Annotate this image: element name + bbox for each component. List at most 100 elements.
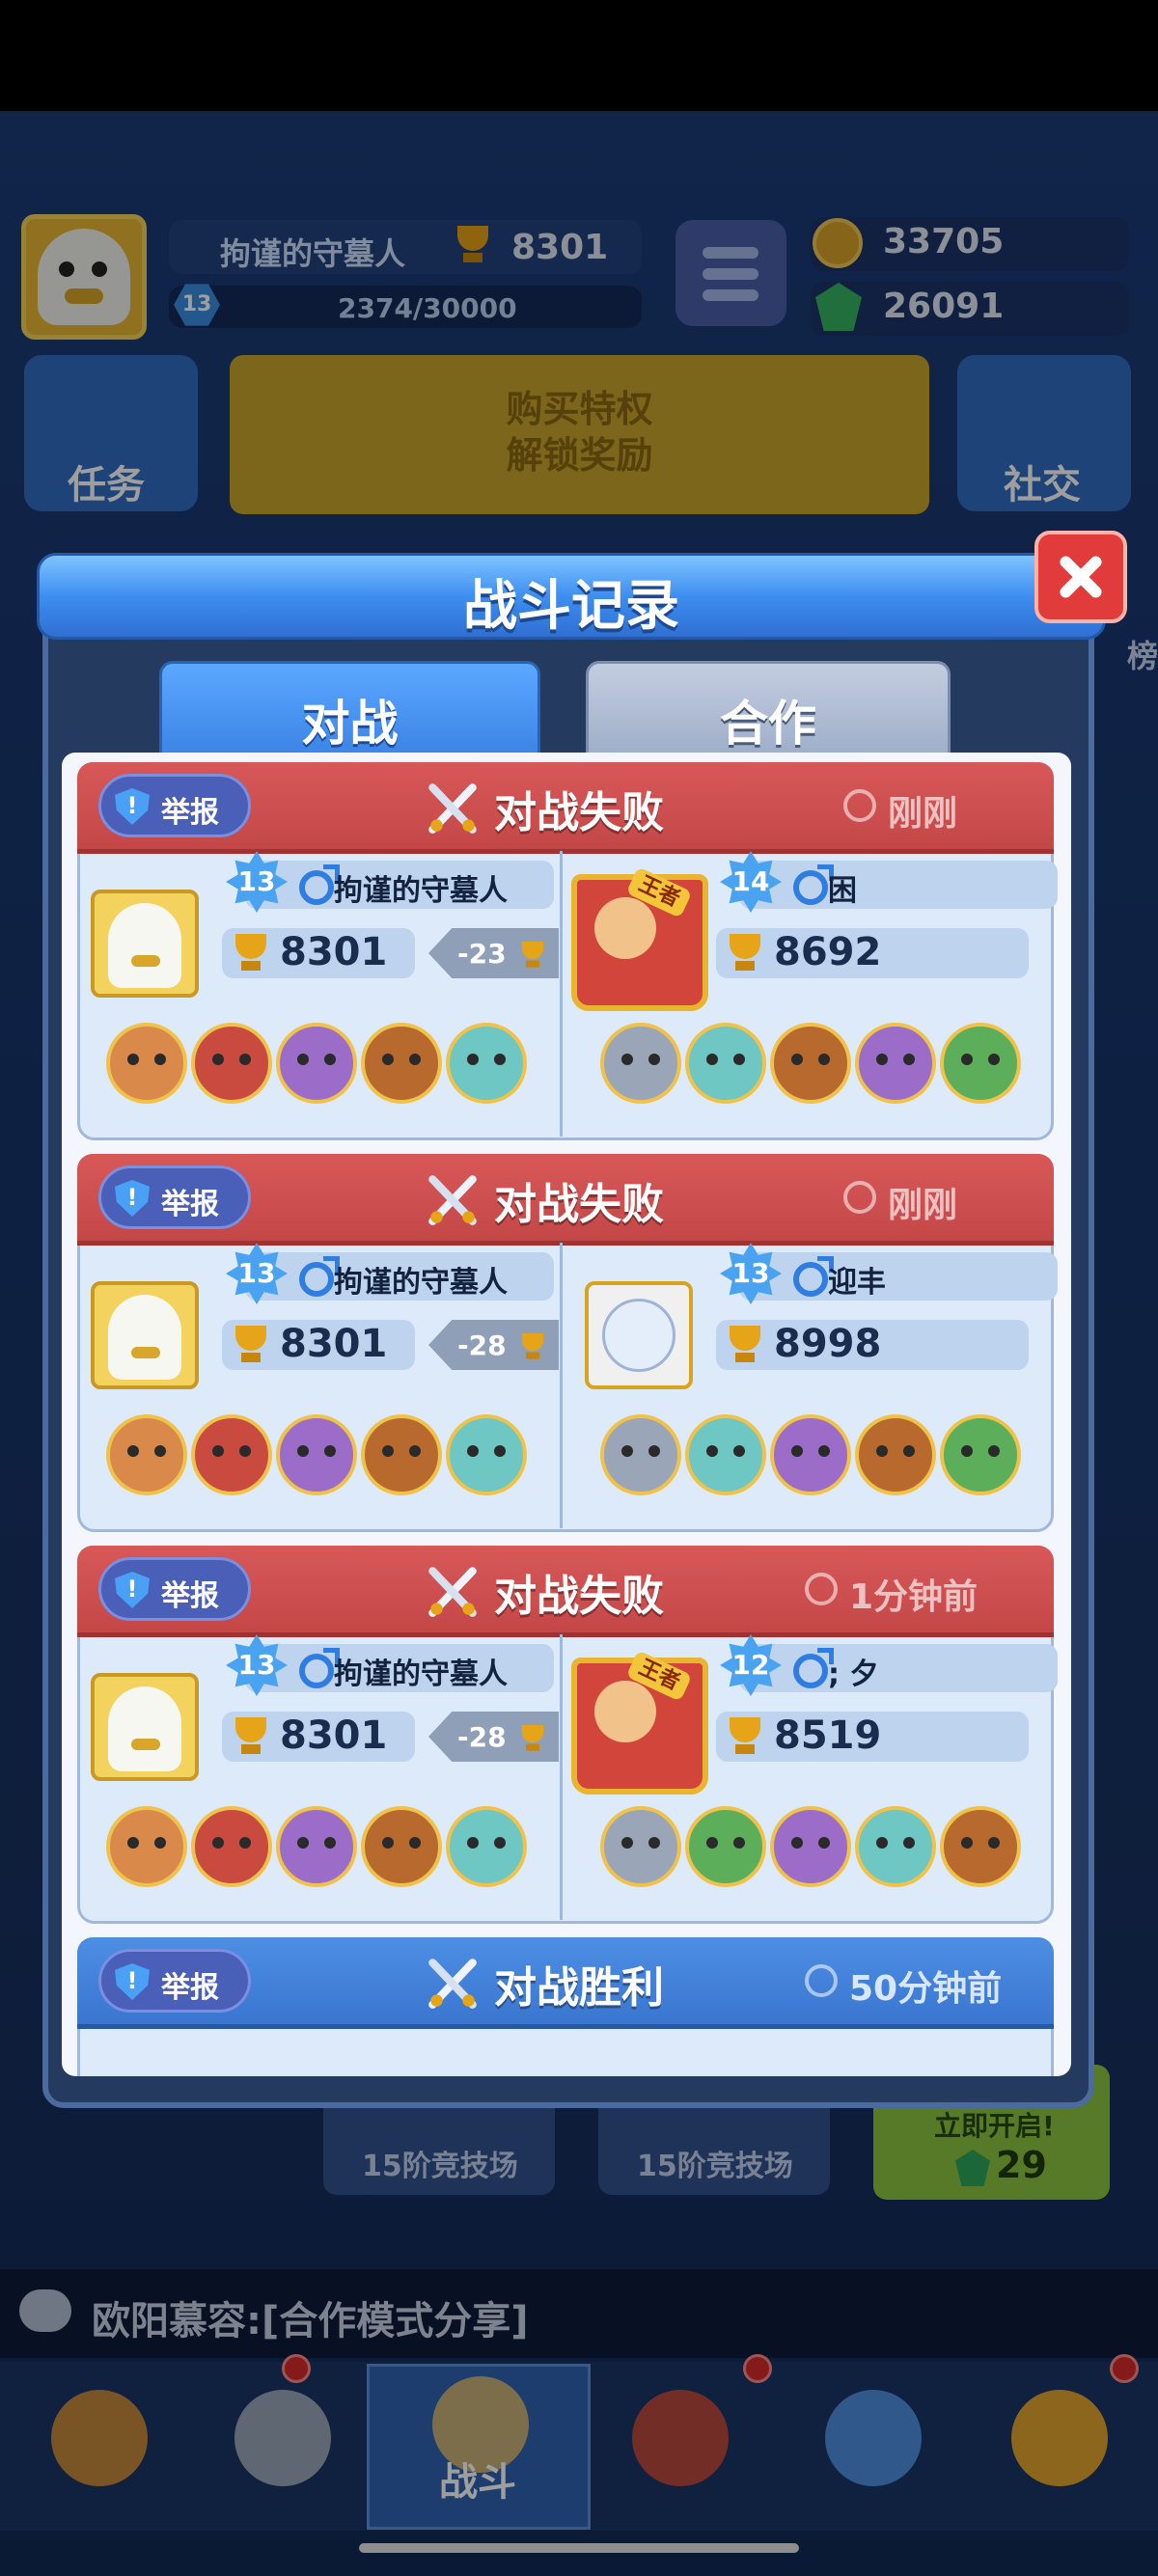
card-header: ! 举报 对战胜利 50分钟前 bbox=[77, 1937, 1054, 2029]
clock-icon bbox=[805, 1964, 838, 1997]
trophy-icon bbox=[518, 1724, 548, 1754]
player-avatar[interactable] bbox=[91, 1281, 199, 1389]
name-pill bbox=[739, 861, 1058, 909]
battle-record-card[interactable]: ! 举报 对战失败 1分钟前 13 拘谨的守墓人 8301 -28 王者 12 bbox=[77, 1546, 1058, 1924]
hero-purple-hair-icon[interactable] bbox=[276, 1806, 357, 1887]
hero-teal-fish-icon[interactable] bbox=[855, 1806, 936, 1887]
trophy-icon bbox=[518, 941, 548, 971]
battle-result: 对战胜利 bbox=[494, 1963, 664, 2013]
hero-teal-fish-icon[interactable] bbox=[685, 1023, 766, 1104]
trophy-icon bbox=[724, 1324, 766, 1366]
card-header: ! 举报 对战失败 刚刚 bbox=[77, 762, 1054, 854]
player-avatar[interactable] bbox=[91, 1673, 199, 1781]
male-gender-icon bbox=[793, 1648, 834, 1688]
report-button[interactable]: ! 举报 bbox=[98, 774, 251, 837]
male-gender-icon bbox=[793, 1256, 834, 1297]
status-bar bbox=[0, 0, 1158, 111]
hero-brown-hair-icon[interactable] bbox=[106, 1806, 187, 1887]
opponent-avatar[interactable] bbox=[585, 1281, 693, 1389]
player-name: 拘谨的守墓人 bbox=[334, 1658, 508, 1691]
trophy-count: 8519 bbox=[774, 1713, 882, 1758]
hero-brown-beard-icon[interactable] bbox=[770, 1023, 851, 1104]
hero-purple-hair-icon[interactable] bbox=[770, 1806, 851, 1887]
male-gender-icon bbox=[299, 1256, 340, 1297]
shield-icon: ! bbox=[115, 1180, 150, 1217]
battle-result: 对战失败 bbox=[494, 1572, 664, 1621]
hero-red-masked-icon[interactable] bbox=[191, 1806, 272, 1887]
hero-purple-hair-icon[interactable] bbox=[276, 1414, 357, 1495]
trophy-count: 8692 bbox=[774, 930, 882, 974]
battle-result: 对战失败 bbox=[494, 788, 664, 837]
trophy-count: 8301 bbox=[280, 930, 388, 974]
crossed-swords-icon bbox=[428, 1959, 477, 2009]
trophy-change: -28 bbox=[457, 1329, 507, 1361]
hero-teal-fish-icon[interactable] bbox=[446, 1414, 527, 1495]
record-list[interactable]: ! 举报 对战失败 刚刚 13 拘谨的守墓人 8301 -23 王者 14 困 … bbox=[62, 753, 1071, 2076]
hero-brown-hair-icon[interactable] bbox=[106, 1414, 187, 1495]
trophy-count: 8998 bbox=[774, 1322, 882, 1366]
trophy-icon bbox=[230, 1324, 272, 1366]
hero-brown-beard-icon[interactable] bbox=[855, 1414, 936, 1495]
male-gender-icon bbox=[299, 864, 340, 905]
battle-record-card[interactable]: ! 举报 对战胜利 50分钟前 bbox=[77, 1937, 1054, 2076]
trophy-count: 8301 bbox=[280, 1322, 388, 1366]
hero-purple-hair-icon[interactable] bbox=[855, 1023, 936, 1104]
hero-purple-hair-icon[interactable] bbox=[276, 1023, 357, 1104]
hero-teal-fish-icon[interactable] bbox=[685, 1414, 766, 1495]
report-label: 举报 bbox=[161, 1188, 219, 1221]
tab-versus-label: 对战 bbox=[301, 696, 399, 752]
player-name: ; 夕 bbox=[828, 1658, 879, 1691]
clock-icon bbox=[843, 1181, 876, 1214]
report-button[interactable]: ! 举报 bbox=[98, 1165, 251, 1229]
player-avatar[interactable] bbox=[91, 890, 199, 998]
hero-silver-knight-icon[interactable] bbox=[600, 1023, 681, 1104]
battle-time: 刚刚 bbox=[888, 794, 958, 834]
clock-icon bbox=[843, 789, 876, 822]
trophy-change: -23 bbox=[457, 938, 507, 970]
player-name: 迎丰 bbox=[828, 1266, 886, 1300]
hero-brown-beard-icon[interactable] bbox=[361, 1806, 442, 1887]
player-name: 困 bbox=[828, 874, 857, 908]
trophy-icon bbox=[518, 1332, 548, 1362]
battle-record-card[interactable]: ! 举报 对战失败 刚刚 13 拘谨的守墓人 8301 -23 王者 14 困 … bbox=[77, 762, 1058, 1140]
close-button[interactable] bbox=[1034, 531, 1127, 623]
hero-silver-knight-icon[interactable] bbox=[600, 1806, 681, 1887]
name-pill bbox=[739, 1644, 1058, 1692]
tab-versus[interactable]: 对战 bbox=[159, 661, 540, 762]
shield-icon: ! bbox=[115, 1572, 150, 1608]
crossed-swords-icon bbox=[428, 1567, 477, 1617]
hero-teal-fish-icon[interactable] bbox=[446, 1806, 527, 1887]
name-pill bbox=[739, 1252, 1058, 1301]
card-header: ! 举报 对战失败 刚刚 bbox=[77, 1154, 1054, 1246]
card-divider bbox=[560, 851, 563, 1137]
tab-coop[interactable]: 合作 bbox=[586, 661, 951, 762]
hero-green-cap-icon[interactable] bbox=[940, 1023, 1021, 1104]
hero-red-masked-icon[interactable] bbox=[191, 1414, 272, 1495]
hero-brown-beard-icon[interactable] bbox=[361, 1023, 442, 1104]
battle-record-card[interactable]: ! 举报 对战失败 刚刚 13 拘谨的守墓人 8301 -28 13 迎丰 89… bbox=[77, 1154, 1058, 1532]
report-button[interactable]: ! 举报 bbox=[98, 1949, 251, 2013]
hero-purple-hair-icon[interactable] bbox=[770, 1414, 851, 1495]
hero-brown-beard-icon[interactable] bbox=[361, 1414, 442, 1495]
hero-brown-beard-icon[interactable] bbox=[940, 1806, 1021, 1887]
trophy-change: -28 bbox=[457, 1721, 507, 1753]
report-label: 举报 bbox=[161, 1971, 219, 2005]
report-button[interactable]: ! 举报 bbox=[98, 1557, 251, 1621]
card-header: ! 举报 对战失败 1分钟前 bbox=[77, 1546, 1054, 1637]
hero-red-masked-icon[interactable] bbox=[191, 1023, 272, 1104]
battle-time: 刚刚 bbox=[888, 1186, 958, 1225]
hero-green-cap-icon[interactable] bbox=[685, 1806, 766, 1887]
player-name: 拘谨的守墓人 bbox=[334, 874, 508, 908]
report-label: 举报 bbox=[161, 796, 219, 830]
clock-icon bbox=[805, 1573, 838, 1605]
hero-teal-fish-icon[interactable] bbox=[446, 1023, 527, 1104]
hero-green-cap-icon[interactable] bbox=[940, 1414, 1021, 1495]
trophy-icon bbox=[724, 932, 766, 974]
player-name: 拘谨的守墓人 bbox=[334, 1266, 508, 1300]
hero-brown-hair-icon[interactable] bbox=[106, 1023, 187, 1104]
hero-silver-knight-icon[interactable] bbox=[600, 1414, 681, 1495]
modal-title: 战斗记录 bbox=[463, 575, 679, 638]
crossed-swords-icon bbox=[428, 1175, 477, 1225]
trophy-icon bbox=[230, 932, 272, 974]
tab-coop-label: 合作 bbox=[720, 696, 816, 752]
